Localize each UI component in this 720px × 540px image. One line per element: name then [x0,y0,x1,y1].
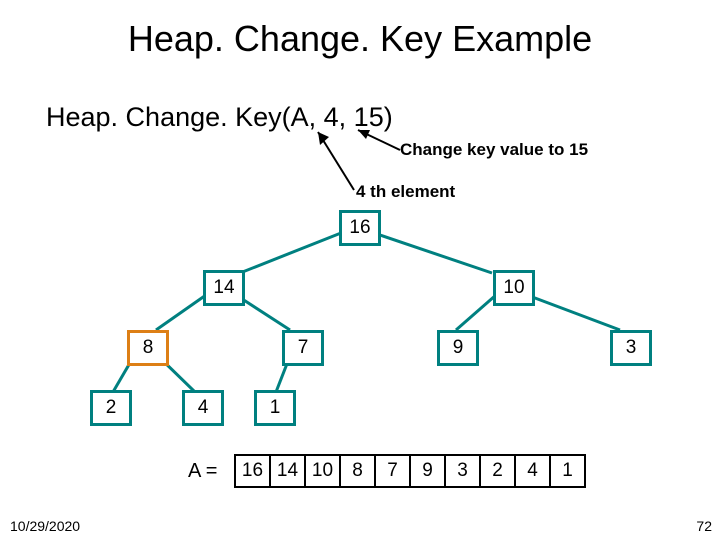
heap-node-6: 9 [437,330,479,366]
heap-node-5: 7 [282,330,324,366]
array-cell: 7 [375,455,410,487]
heap-node-9: 4 [182,390,224,426]
footer-date: 10/29/2020 [10,518,80,534]
array-cell: 1 [550,455,585,487]
heap-node-2: 14 [203,270,245,306]
heap-node-10: 1 [254,390,296,426]
array-cell: 10 [305,455,340,487]
heap-node-4-highlight: 8 [127,330,169,366]
heap-node-1: 16 [339,210,381,246]
heap-node-3: 10 [493,270,535,306]
heap-node-7: 3 [610,330,652,366]
annotation-change-key: Change key value to 15 [400,140,588,160]
slide-title: Heap. Change. Key Example [0,18,720,60]
array-cell: 3 [445,455,480,487]
array-cell: 2 [480,455,515,487]
array-cell: 14 [270,455,305,487]
function-call: Heap. Change. Key(A, 4, 15) [46,102,393,133]
array-cell: 8 [340,455,375,487]
footer-page-number: 72 [696,518,712,534]
array-label: A = [188,460,217,483]
heap-array: 16 14 10 8 7 9 3 2 4 1 [234,454,586,488]
array-cell: 4 [515,455,550,487]
annotation-4th-element: 4 th element [356,182,455,202]
array-cell: 16 [235,455,270,487]
array-cell: 9 [410,455,445,487]
heap-node-8: 2 [90,390,132,426]
